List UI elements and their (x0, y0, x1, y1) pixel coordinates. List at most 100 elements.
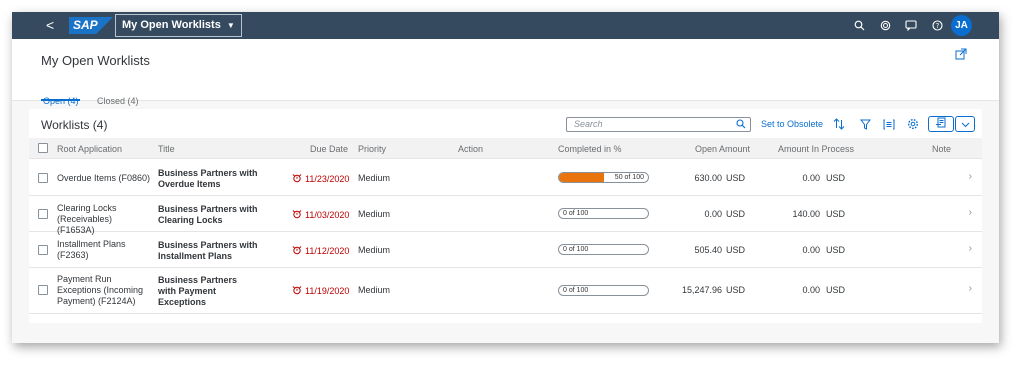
search-icon[interactable] (736, 119, 746, 133)
search-icon[interactable] (853, 20, 865, 32)
page-header: My Open Worklists Open (4) Closed (4) (12, 39, 999, 106)
chevron-right-icon[interactable]: › (969, 283, 972, 294)
amount-in-process: 0.00 (802, 285, 820, 295)
group-icon[interactable] (882, 117, 896, 131)
user-avatar[interactable]: JA (951, 15, 972, 36)
search-input[interactable]: Search (566, 117, 751, 132)
amount-in-process: 140.00 (792, 209, 820, 219)
due-date-value: 11/19/2020 (305, 286, 350, 296)
table-heading: Worklists (4) (41, 118, 108, 132)
column-header-note[interactable]: Note (932, 144, 951, 154)
tab-open[interactable]: Open (4) (43, 96, 79, 106)
open-amount: 630.00 (694, 173, 722, 183)
app-title-menu[interactable]: My Open Worklists ▼ (115, 14, 242, 37)
chevron-down-icon: ▼ (226, 21, 235, 30)
row-title: Business Partners with Payment Exception… (158, 275, 238, 307)
progress-label: 50 of 100 (614, 174, 644, 181)
table-row[interactable]: Overdue Items (F0860) Business Partners … (29, 160, 982, 196)
filter-icon[interactable] (858, 117, 872, 131)
row-checkbox[interactable] (38, 285, 48, 295)
open-currency: USD (726, 245, 746, 255)
row-title: Business Partners with Overdue Items (158, 168, 258, 189)
overdue-alarm-icon (292, 245, 302, 258)
open-currency: USD (726, 285, 746, 295)
open-currency: USD (726, 209, 746, 219)
in-process-currency: USD (826, 245, 846, 255)
column-header-due-date[interactable]: Due Date (289, 144, 348, 154)
progress-label: 0 of 100 (563, 287, 589, 294)
settings-icon[interactable] (906, 117, 920, 131)
chevron-right-icon[interactable]: › (969, 243, 972, 254)
table-header: Root Application Title Due Date Priority… (29, 138, 982, 159)
progress-label: 0 of 100 (563, 246, 589, 253)
root-application: Payment Run Exceptions (Incoming Payment… (57, 274, 144, 306)
chevron-right-icon[interactable]: › (969, 171, 972, 182)
progress-indicator: 50 of 100 (558, 172, 649, 183)
in-process-currency: USD (826, 209, 846, 219)
feedback-icon[interactable] (905, 20, 917, 32)
column-header-title[interactable]: Title (158, 144, 175, 154)
column-header-amount-in-process[interactable]: Amount In Process (778, 144, 854, 154)
column-header-priority[interactable]: Priority (358, 144, 386, 154)
open-amount: 505.40 (694, 245, 722, 255)
priority: Medium (358, 173, 391, 183)
set-to-obsolete-button[interactable]: Set to Obsolete (761, 119, 823, 129)
due-date-value: 11/23/2020 (305, 174, 350, 184)
column-header-completed[interactable]: Completed in % (558, 144, 622, 154)
priority: Medium (358, 285, 391, 295)
overdue-alarm-icon (292, 173, 302, 186)
export-icon (935, 115, 948, 133)
progress-label: 0 of 100 (563, 210, 589, 217)
search-placeholder: Search (574, 119, 603, 129)
due-date: 11/23/2020 (292, 173, 349, 186)
due-date: 11/03/2020 (292, 209, 349, 222)
chevron-right-icon[interactable]: › (969, 207, 972, 218)
app-title: My Open Worklists (122, 19, 221, 31)
sap-logo[interactable]: SAP (69, 17, 113, 34)
progress-indicator: 0 of 100 (558, 244, 649, 255)
page-footer (29, 323, 982, 343)
table-row[interactable]: Installment Plans (F2363) Business Partn… (29, 232, 982, 268)
help-icon[interactable]: ? (931, 20, 943, 32)
select-all-checkbox[interactable] (38, 143, 48, 153)
worklists-table: Worklists (4) Search Set to Obsolete Roo… (29, 109, 982, 323)
copilot-icon[interactable] (879, 20, 891, 32)
column-header-action[interactable]: Action (458, 144, 483, 154)
tab-selected-indicator (41, 99, 80, 101)
shell-bar: < SAP My Open Worklists ▼ ? JA (12, 12, 999, 39)
overdue-alarm-icon (292, 285, 302, 298)
page-title: My Open Worklists (41, 53, 150, 68)
table-row[interactable]: Clearing Locks (Receivables) (F1653A) Bu… (29, 196, 982, 235)
priority: Medium (358, 209, 391, 219)
amount-in-process: 0.00 (802, 173, 820, 183)
tab-closed[interactable]: Closed (4) (97, 96, 139, 106)
export-menu-button[interactable] (955, 116, 975, 132)
column-header-root-application[interactable]: Root Application (57, 144, 122, 154)
progress-fill (559, 173, 604, 182)
row-checkbox[interactable] (38, 173, 48, 183)
sort-icon[interactable] (832, 117, 846, 131)
due-date-value: 11/03/2020 (305, 210, 350, 220)
share-icon[interactable] (955, 47, 967, 65)
row-title: Business Partners with Installment Plans (158, 240, 258, 261)
due-date: 11/12/2020 (292, 245, 349, 258)
root-application: Installment Plans (F2363) (57, 239, 126, 260)
open-currency: USD (726, 173, 746, 183)
open-amount: 0.00 (704, 209, 722, 219)
due-date-value: 11/12/2020 (305, 246, 350, 256)
row-checkbox[interactable] (38, 245, 48, 255)
app-window: < SAP My Open Worklists ▼ ? JA My Open W… (12, 12, 999, 343)
root-application: Overdue Items (F0860) (57, 173, 151, 183)
in-process-currency: USD (826, 173, 846, 183)
dropdown-icon (961, 115, 970, 133)
due-date: 11/19/2020 (292, 285, 349, 298)
overdue-alarm-icon (292, 209, 302, 222)
in-process-currency: USD (826, 285, 846, 295)
column-header-open-amount[interactable]: Open Amount (669, 144, 750, 154)
open-amount: 15,247.96 (681, 285, 722, 295)
export-button[interactable] (928, 116, 954, 132)
back-button[interactable]: < (46, 17, 54, 33)
table-row[interactable]: Payment Run Exceptions (Incoming Payment… (29, 268, 982, 314)
row-title: Business Partners with Clearing Locks (158, 204, 258, 225)
row-checkbox[interactable] (38, 209, 48, 219)
